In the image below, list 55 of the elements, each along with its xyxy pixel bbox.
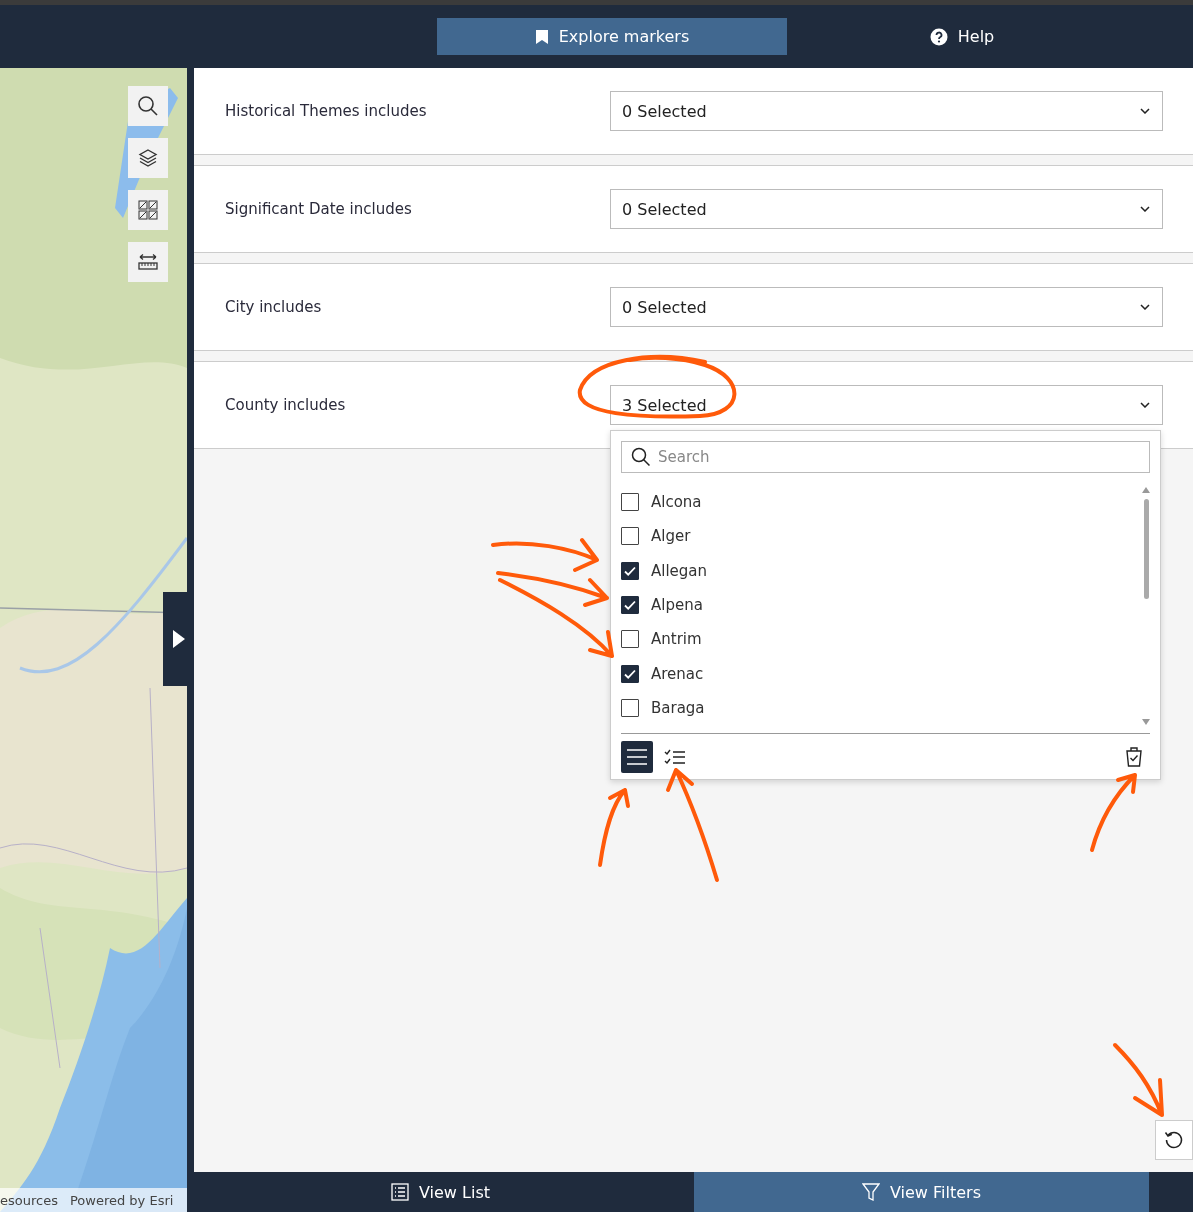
triangle-icon [172, 630, 185, 648]
ruler-icon [137, 251, 159, 273]
bookmark-icon [534, 28, 549, 45]
grid-icon [137, 199, 159, 221]
attribution-text: Powered by Esri [69, 1192, 174, 1208]
search-icon [631, 447, 651, 467]
checkbox[interactable] [621, 664, 639, 683]
select-dropdown[interactable]: 0 Selected [610, 189, 1163, 229]
select-dropdown[interactable]: 3 Selected [610, 385, 1163, 425]
show-all-button[interactable] [621, 740, 653, 773]
layers-button[interactable] [128, 138, 168, 178]
search-field[interactable]: Search [621, 441, 1150, 473]
search-icon [137, 95, 159, 117]
checkbox[interactable] [621, 493, 639, 512]
checkbox[interactable] [621, 561, 639, 580]
help-icon [929, 27, 948, 46]
chevron-icon [1140, 206, 1150, 212]
view-tab[interactable]: View Filters [694, 1172, 1149, 1212]
checkbox[interactable] [621, 630, 639, 649]
measure-button[interactable] [128, 242, 168, 282]
option-label[interactable]: Antrim [651, 630, 702, 649]
option-label[interactable]: Alger [651, 527, 691, 546]
chevron-icon [1140, 402, 1150, 408]
reset-button[interactable] [1155, 1120, 1193, 1160]
filter-label: City includes [225, 298, 323, 316]
option-label[interactable]: Alcona [651, 493, 702, 512]
trash-icon [1124, 745, 1144, 768]
select-dropdown[interactable]: 0 Selected [610, 287, 1163, 327]
option-label[interactable]: Alpena [651, 596, 703, 615]
search-button[interactable] [128, 86, 168, 126]
checklist-icon [664, 747, 686, 766]
filter-label: County includes [225, 396, 347, 414]
filter-icon [862, 1183, 880, 1201]
filter-label: Significant Date includes [225, 200, 413, 218]
checkbox[interactable] [621, 698, 639, 717]
select-dropdown[interactable]: 0 Selected [610, 91, 1163, 131]
option-label[interactable]: Arenac [651, 664, 704, 683]
checkbox[interactable] [621, 527, 639, 546]
checkbox[interactable] [621, 596, 639, 615]
nav-tab[interactable]: Help [787, 18, 1137, 55]
list-icon [391, 1183, 409, 1201]
chevron-icon [1140, 108, 1150, 114]
option-label[interactable]: Baraga [651, 698, 705, 717]
scroll-down-icon[interactable] [1142, 719, 1150, 726]
layers-icon [137, 147, 159, 169]
attribution-text: esources [0, 1192, 58, 1208]
menu-icon [626, 746, 648, 767]
filter-label: Historical Themes includes [225, 102, 428, 120]
view-tab[interactable]: View List [187, 1172, 694, 1212]
basemap-button[interactable] [128, 190, 168, 230]
option-label[interactable]: Allegan [651, 561, 708, 580]
reset-icon [1163, 1129, 1185, 1151]
chevron-icon [1140, 304, 1150, 310]
scroll-up-icon[interactable] [1142, 487, 1150, 493]
nav-tab[interactable]: Explore markers [437, 18, 787, 55]
